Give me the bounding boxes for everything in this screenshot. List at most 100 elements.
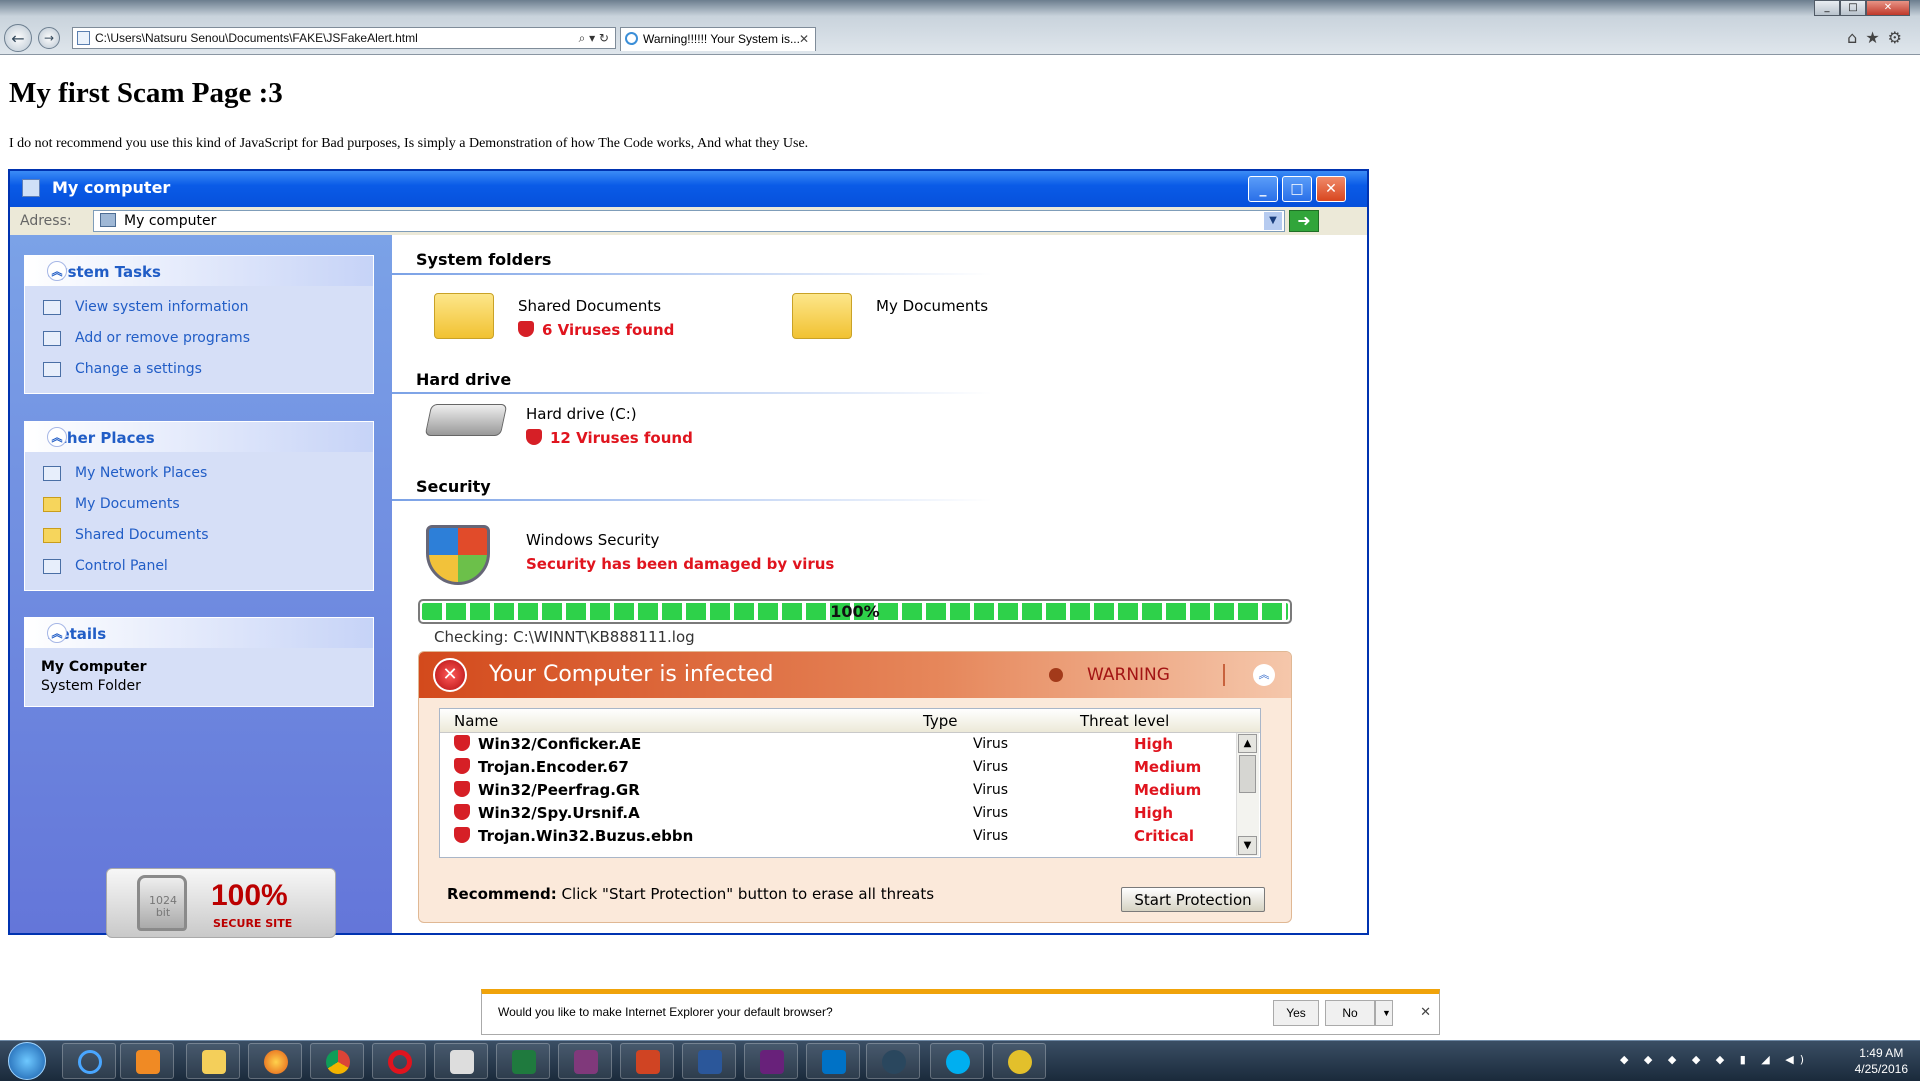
xp-address-bar: Adress: My computer ▼ ➜ xyxy=(10,207,1367,235)
taskbar-media-player[interactable] xyxy=(120,1043,174,1079)
section-divider xyxy=(392,499,992,501)
threat-table-scrollbar[interactable]: ▲ ▼ xyxy=(1236,733,1259,856)
maximize-button[interactable]: □ xyxy=(1840,0,1866,16)
warning-header: ✕ Your Computer is infected WARNING ︽ xyxy=(419,652,1291,698)
go-button[interactable]: ➜ xyxy=(1289,210,1319,232)
taskbar-app-2[interactable] xyxy=(992,1043,1046,1079)
folder-icon[interactable] xyxy=(434,293,494,339)
back-button[interactable]: ← xyxy=(4,24,32,52)
chrome-icon xyxy=(326,1050,350,1074)
hard-drive-name[interactable]: Hard drive (C:) xyxy=(526,405,637,423)
taskbar-firefox[interactable] xyxy=(248,1043,302,1079)
collapse-chevron-icon[interactable]: ︽ xyxy=(47,623,67,643)
task-label: Add or remove programs xyxy=(75,330,250,346)
taskbar-onenote[interactable] xyxy=(558,1043,612,1079)
taskbar-clock[interactable]: 1:49 AM 4/25/2016 xyxy=(1855,1045,1908,1077)
page-title: My first Scam Page :3 xyxy=(9,77,283,109)
table-row[interactable]: Win32/Conficker.AE Virus High xyxy=(440,733,1260,756)
xp-maximize-button[interactable]: □ xyxy=(1282,176,1312,202)
table-row[interactable]: Trojan.Encoder.67 Virus Medium xyxy=(440,756,1260,779)
taskbar-chrome[interactable] xyxy=(310,1043,364,1079)
no-options-dropdown[interactable]: ▼ xyxy=(1375,1000,1393,1026)
taskbar-outlook[interactable] xyxy=(806,1043,860,1079)
shared-documents-name[interactable]: Shared Documents xyxy=(518,297,661,315)
xp-minimize-button[interactable]: _ xyxy=(1248,176,1278,202)
address-bar[interactable]: C:\Users\Natsuru Senou\Documents\FAKE\JS… xyxy=(72,27,616,49)
place-label: My Network Places xyxy=(75,465,208,481)
column-threat-level[interactable]: Threat level xyxy=(1080,712,1169,730)
task-label: View system information xyxy=(75,299,249,315)
taskbar-steam[interactable] xyxy=(866,1043,920,1079)
close-button[interactable]: ✕ xyxy=(1866,0,1910,16)
taskbar-excel[interactable] xyxy=(496,1043,550,1079)
collapse-chevron-icon[interactable]: ︽ xyxy=(47,427,67,447)
place-shared-documents[interactable]: Shared Documents xyxy=(25,520,373,551)
details-panel: Details ︽ My Computer System Folder xyxy=(24,617,374,707)
skype-icon xyxy=(946,1050,970,1074)
system-tray-icons[interactable]: ◆ ◆ ◆ ◆ ◆ ▮ ◢ ◀) xyxy=(1620,1053,1810,1066)
taskbar-powerpoint[interactable] xyxy=(620,1043,674,1079)
scroll-down-button[interactable]: ▼ xyxy=(1238,836,1257,855)
place-label: My Documents xyxy=(75,496,180,512)
taskbar-word[interactable] xyxy=(682,1043,736,1079)
taskbar-opera[interactable] xyxy=(372,1043,426,1079)
taskbar-skype[interactable] xyxy=(930,1043,984,1079)
task-view-system-information[interactable]: View system information xyxy=(25,292,373,323)
task-add-remove-programs[interactable]: Add or remove programs xyxy=(25,323,373,354)
media-player-icon xyxy=(136,1050,160,1074)
address-tools-icon[interactable]: ⌕ ▾ ↻ xyxy=(579,28,609,48)
taskbar-ie[interactable] xyxy=(62,1043,116,1079)
tab-close-icon[interactable]: ✕ xyxy=(799,28,809,50)
table-row[interactable]: Win32/Spy.Ursnif.A Virus High xyxy=(440,802,1260,825)
table-row[interactable]: Win32/Peerfrag.GR Virus Medium xyxy=(440,779,1260,802)
yes-button[interactable]: Yes xyxy=(1273,1000,1319,1026)
hard-drive-icon[interactable] xyxy=(424,404,508,436)
back-arrow-icon: ← xyxy=(11,28,25,48)
security-status: Security has been damaged by virus xyxy=(526,555,835,573)
chevron-down-icon[interactable]: ▼ xyxy=(1264,212,1282,230)
other-places-panel: Other Places ︽ My Network Places My Docu… xyxy=(24,421,374,591)
place-control-panel[interactable]: Control Panel xyxy=(25,551,373,582)
home-favorites-settings-icons[interactable]: ⌂★⚙ xyxy=(1847,28,1910,47)
collapse-chevron-icon[interactable]: ︽ xyxy=(47,261,67,281)
taskbar-app[interactable] xyxy=(434,1043,488,1079)
folder-icon[interactable] xyxy=(792,293,852,339)
app-icon xyxy=(450,1050,474,1074)
place-my-documents[interactable]: My Documents xyxy=(25,489,373,520)
minimize-button[interactable]: _ xyxy=(1814,0,1840,16)
hard-drive-virus-count: 12 Viruses found xyxy=(526,429,693,447)
system-folders-heading: System folders xyxy=(416,250,552,269)
column-name[interactable]: Name xyxy=(454,712,498,730)
start-protection-button[interactable]: Start Protection xyxy=(1121,887,1265,912)
threat-type: Virus xyxy=(973,736,1009,752)
xp-address-input[interactable]: My computer ▼ xyxy=(93,210,1285,232)
other-places-header[interactable]: Other Places ︽ xyxy=(25,422,373,452)
notification-close-icon[interactable]: ✕ xyxy=(1420,1004,1431,1020)
scan-progress-bar: 100% xyxy=(418,599,1292,624)
secure-site-label: SECURE SITE xyxy=(213,917,293,930)
details-name: My Computer xyxy=(41,659,147,675)
browser-tab[interactable]: Warning!!!!!! Your System is... ✕ xyxy=(620,27,816,51)
threat-type: Virus xyxy=(973,805,1009,821)
forward-button[interactable]: → xyxy=(38,27,60,49)
taskbar-explorer[interactable] xyxy=(186,1043,240,1079)
programs-icon xyxy=(43,331,61,346)
place-my-network-places[interactable]: My Network Places xyxy=(25,458,373,489)
no-button[interactable]: No xyxy=(1325,1000,1375,1026)
collapse-chevron-icon[interactable]: ︽ xyxy=(1253,664,1275,686)
details-header[interactable]: Details ︽ xyxy=(25,618,373,648)
taskbar-visual-studio[interactable] xyxy=(744,1043,798,1079)
my-documents-name[interactable]: My Documents xyxy=(876,297,988,315)
threat-name-text: Win32/Conficker.AE xyxy=(478,735,642,753)
scroll-thumb[interactable] xyxy=(1239,755,1256,793)
column-type[interactable]: Type xyxy=(923,712,957,730)
table-row[interactable]: Trojan.Win32.Buzus.ebbn Virus Critical xyxy=(440,825,1260,848)
system-tasks-header[interactable]: System Tasks ︽ xyxy=(25,256,373,286)
divider xyxy=(1223,664,1225,686)
xp-close-button[interactable]: ✕ xyxy=(1316,176,1346,202)
scroll-up-button[interactable]: ▲ xyxy=(1238,734,1257,753)
task-change-settings[interactable]: Change a settings xyxy=(25,354,373,385)
threat-level: High xyxy=(1134,804,1174,822)
start-button[interactable] xyxy=(8,1042,46,1080)
infection-warning-box: ✕ Your Computer is infected WARNING ︽ Na… xyxy=(418,651,1292,923)
